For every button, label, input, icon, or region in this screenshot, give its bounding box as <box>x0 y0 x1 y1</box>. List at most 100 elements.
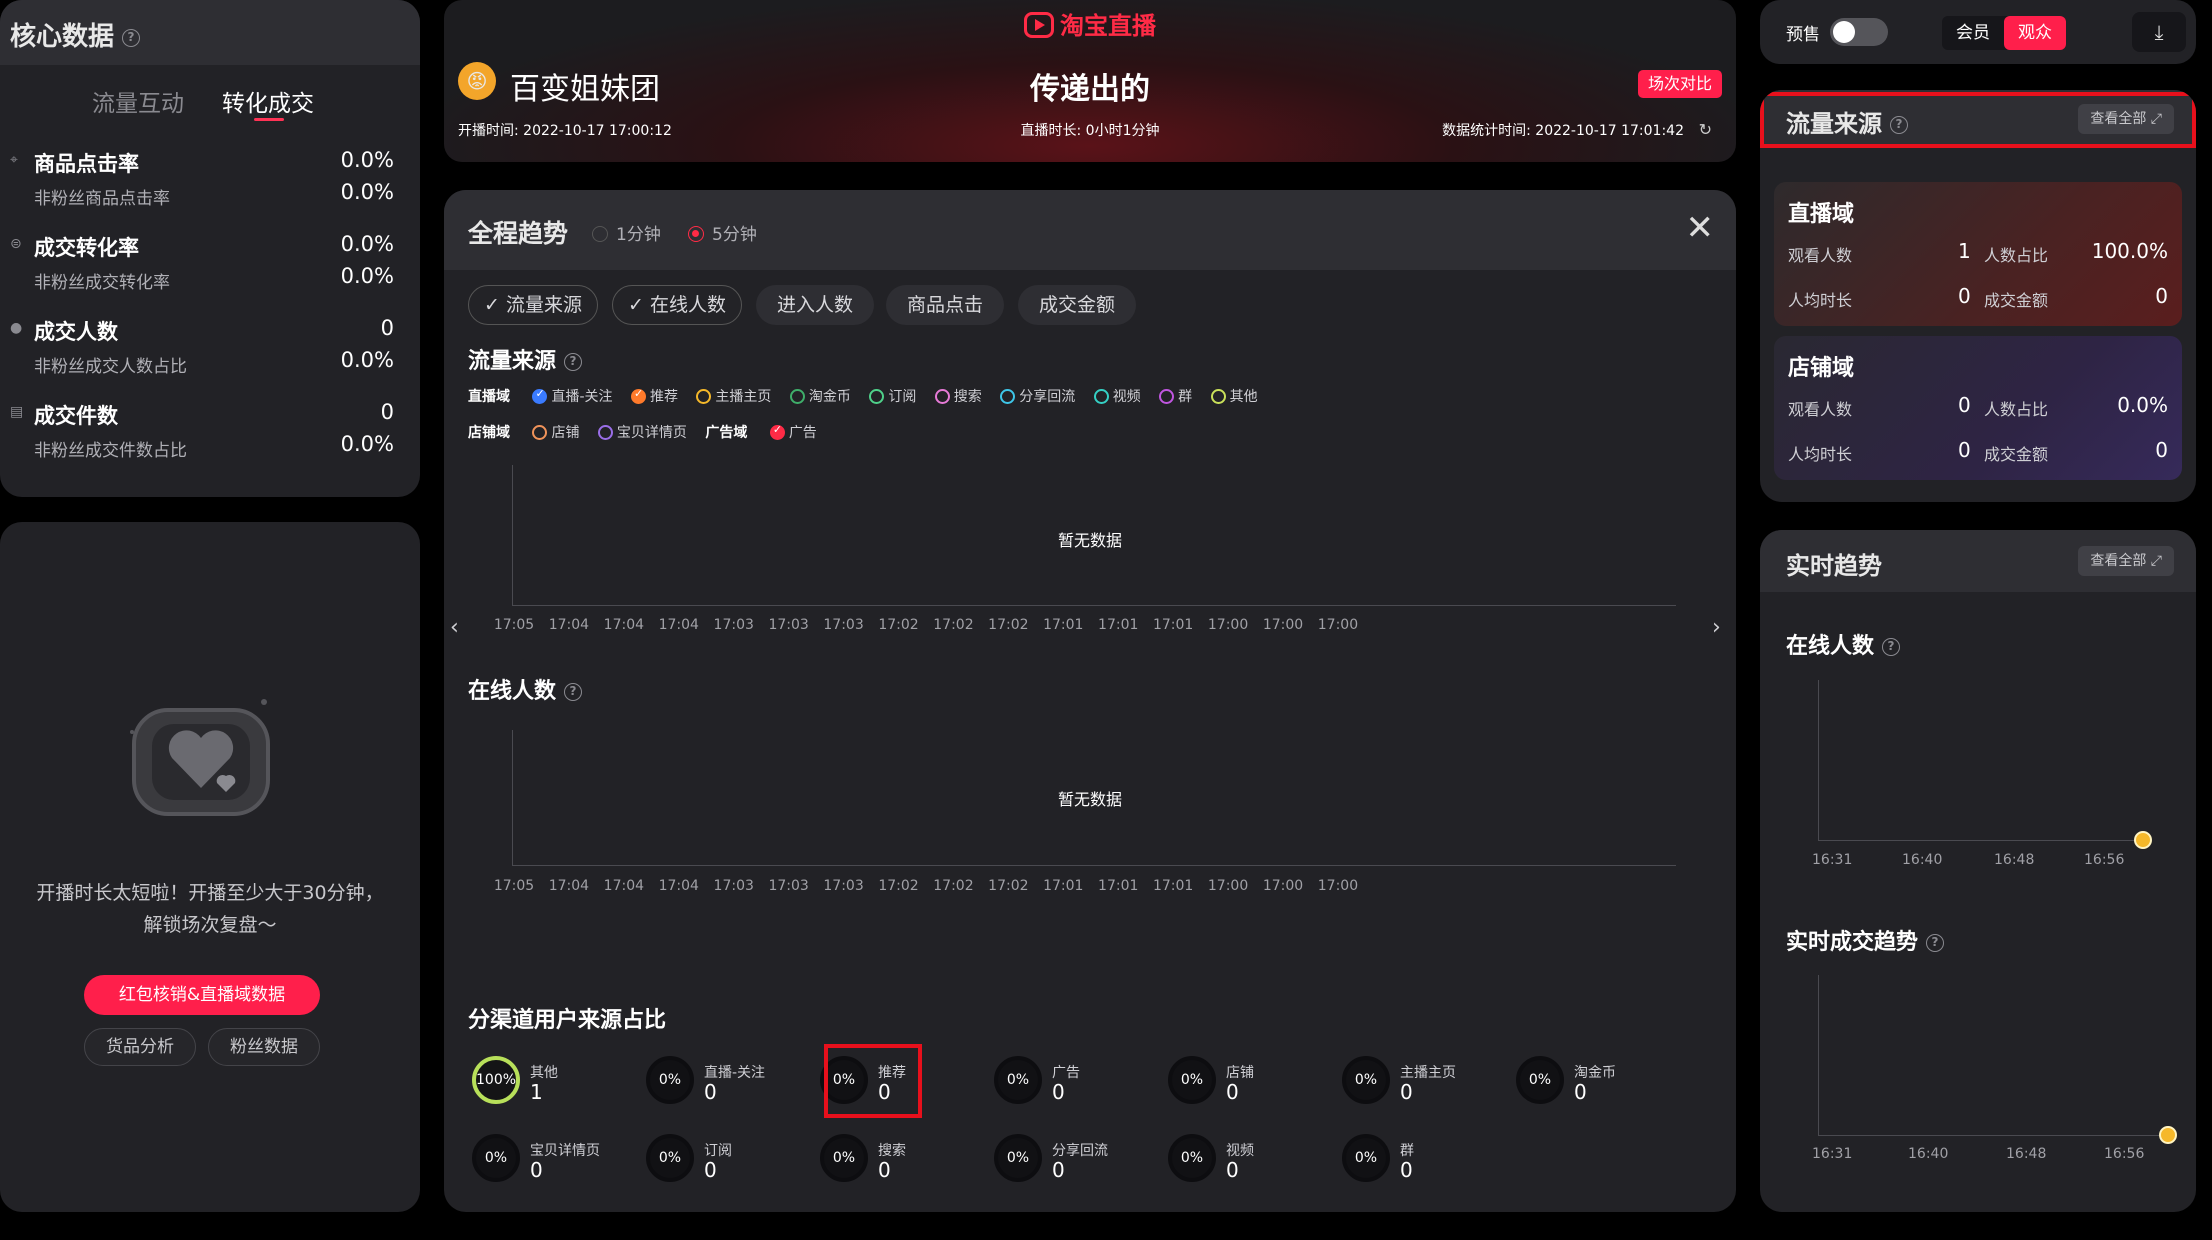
legend-item[interactable]: 其他 <box>1210 389 1258 405</box>
expand-icon: ⤢ <box>2150 553 2162 569</box>
x-tick-label: 17:02 <box>878 878 919 894</box>
highlight-box <box>1760 92 2196 148</box>
channel-value: 0 <box>1226 1158 1239 1182</box>
x-tick-label: 17:00 <box>1207 617 1249 633</box>
x-tick-label: 16:56 <box>2104 1146 2145 1162</box>
channel-ratio-ring: 0% <box>1342 1056 1390 1104</box>
pill-gmv[interactable]: 成交金额 <box>1018 285 1136 325</box>
channel-value: 0 <box>704 1158 717 1182</box>
goods-analysis-button[interactable]: 货品分析 <box>84 1028 196 1066</box>
redpacket-live-data-button[interactable]: 红包核销&直播域数据 <box>84 975 320 1015</box>
legend-item[interactable]: 搜索 <box>934 389 982 405</box>
x-tick-label: 16:40 <box>1902 852 1943 868</box>
metric-name: 成交人数 <box>34 320 118 344</box>
legend-item[interactable]: 主播主页 <box>696 389 771 405</box>
replay-panel: 开播时长太短啦！开播至少大于30分钟， 解锁场次复盘～ 红包核销&直播域数据 货… <box>0 522 420 1212</box>
legend-label: 直播-关注 <box>551 389 613 405</box>
pill-enter[interactable]: 进入人数 <box>756 285 874 325</box>
metric-sub-value: 0.0% <box>340 432 394 456</box>
refresh-icon[interactable]: ↻ <box>1699 120 1712 139</box>
legend-item[interactable]: 视频 <box>1093 389 1141 405</box>
pill-online[interactable]: ✓ 在线人数 <box>612 285 742 325</box>
realtime-header: 实时趋势 查看全部 ⤢ <box>1760 530 2196 592</box>
legend-item[interactable]: 淘金币 <box>789 389 851 405</box>
help-icon[interactable]: ? <box>564 683 583 701</box>
close-icon[interactable]: ✕ <box>1686 208 1715 248</box>
chevron-left-icon[interactable]: ‹ <box>450 615 459 640</box>
channel-value: 0 <box>1400 1080 1413 1104</box>
channel-name: 直播-关注 <box>704 1065 766 1081</box>
unchecked-icon <box>1210 389 1226 404</box>
x-tick-label: 17:01 <box>1098 878 1139 894</box>
domain-title: 店铺域 <box>1788 356 1855 381</box>
help-icon[interactable]: ? <box>1882 638 1901 656</box>
data-point[interactable] <box>2159 1126 2177 1144</box>
download-icon[interactable]: ⤓ <box>2132 12 2186 52</box>
legend-item[interactable]: 推荐 <box>630 387 678 405</box>
view-all-button[interactable]: 查看全部 ⤢ <box>2078 546 2174 576</box>
replay-message-line: 开播时长太短啦！开播至少大于30分钟， <box>36 882 384 904</box>
legend-item[interactable]: 直播-关注 <box>532 387 613 405</box>
x-axis <box>512 605 1676 606</box>
legend-item[interactable]: 宝贝详情页 <box>597 425 687 441</box>
data-point[interactable] <box>2134 831 2152 849</box>
duration-value: 0 <box>1958 284 1971 308</box>
x-tick-label: 17:03 <box>823 878 864 894</box>
y-axis <box>1818 680 1819 840</box>
tab-conversion[interactable]: 转化成交 <box>222 84 314 118</box>
viewers-value: 0 <box>1958 393 1971 417</box>
help-icon[interactable]: ? <box>1926 934 1945 952</box>
channel-name: 淘金币 <box>1574 1065 1616 1081</box>
highlight-box <box>824 1044 922 1118</box>
legend-item[interactable]: 分享回流 <box>1000 389 1075 405</box>
channel-ratio-ring: 0% <box>994 1134 1042 1182</box>
box-icon: ▤ <box>10 404 24 420</box>
x-tick-label: 17:04 <box>603 617 645 633</box>
seg-audience[interactable]: 观众 <box>2004 16 2066 50</box>
x-tick-label: 17:02 <box>988 617 1029 633</box>
radio-label: 1分钟 <box>616 225 661 245</box>
help-icon[interactable]: ? <box>122 28 141 47</box>
tab-traffic-interaction[interactable]: 流量互动 <box>92 84 184 118</box>
session-compare-button[interactable]: 场次对比 <box>1637 70 1722 98</box>
radio-1min[interactable]: 1分钟 <box>592 220 661 245</box>
legend-item[interactable]: 广告 <box>769 423 817 441</box>
stat-time: 数据统计时间: 2022-10-17 17:01:42 <box>1442 123 1684 139</box>
traffic-source-panel: 流量来源? 查看全部 ⤢ 直播域 观看人数 1 人数占比 100.0% 人均时长… <box>1760 90 2196 502</box>
pill-traffic-source[interactable]: ✓ 流量来源 <box>468 285 598 325</box>
presale-toggle[interactable] <box>1830 18 1888 46</box>
pill-click[interactable]: 商品点击 <box>886 285 1004 325</box>
legend-item[interactable]: 店铺 <box>532 425 579 441</box>
help-icon[interactable]: ? <box>564 353 583 371</box>
shop-domain-card: 店铺域 观看人数 0 人数占比 0.0% 人均时长 0 成交金额 0 <box>1774 336 2182 480</box>
x-tick-label: 17:01 <box>1043 878 1084 894</box>
channel-item: 0% 直播-关注 0 <box>646 1052 816 1108</box>
unchecked-icon <box>696 389 712 404</box>
unchecked-icon <box>532 425 548 440</box>
audience-segment: 会员 观众 <box>1942 16 2066 50</box>
view-all-label: 查看全部 <box>2090 553 2147 569</box>
channel-name: 分享回流 <box>1052 1143 1108 1159</box>
metric-sub-name: 非粉丝成交转化率 <box>34 273 170 293</box>
realtime-title: 实时趋势 <box>1786 552 1882 580</box>
legend-item[interactable]: 群 <box>1159 389 1192 405</box>
radio-5min[interactable]: 5分钟 <box>688 220 757 245</box>
x-tick-label: 17:03 <box>713 617 754 633</box>
active-tab-underline <box>254 118 284 121</box>
empty-text: 暂无数据 <box>1057 790 1122 809</box>
seg-member[interactable]: 会员 <box>1942 16 2004 50</box>
fans-data-button[interactable]: 粉丝数据 <box>208 1028 320 1066</box>
ratio-label: 人数占比 <box>1984 400 2049 419</box>
section-label: 在线人数 <box>468 679 557 704</box>
channel-ratio-ring: 100% <box>472 1056 520 1104</box>
channel-value: 0 <box>1574 1080 1587 1104</box>
online-title: 在线人数? <box>1786 628 1901 660</box>
legend-item[interactable]: 订阅 <box>869 389 916 405</box>
gmv-value: 0 <box>2155 284 2168 308</box>
x-tick-label: 17:00 <box>1262 617 1304 633</box>
chevron-right-icon[interactable]: › <box>1712 615 1721 640</box>
channel-value: 0 <box>1052 1080 1065 1104</box>
channel-item: 0% 店铺 0 <box>1168 1052 1338 1108</box>
channel-item: 0% 分享回流 0 <box>994 1130 1164 1186</box>
metric-sub-value: 0.0% <box>340 348 394 372</box>
